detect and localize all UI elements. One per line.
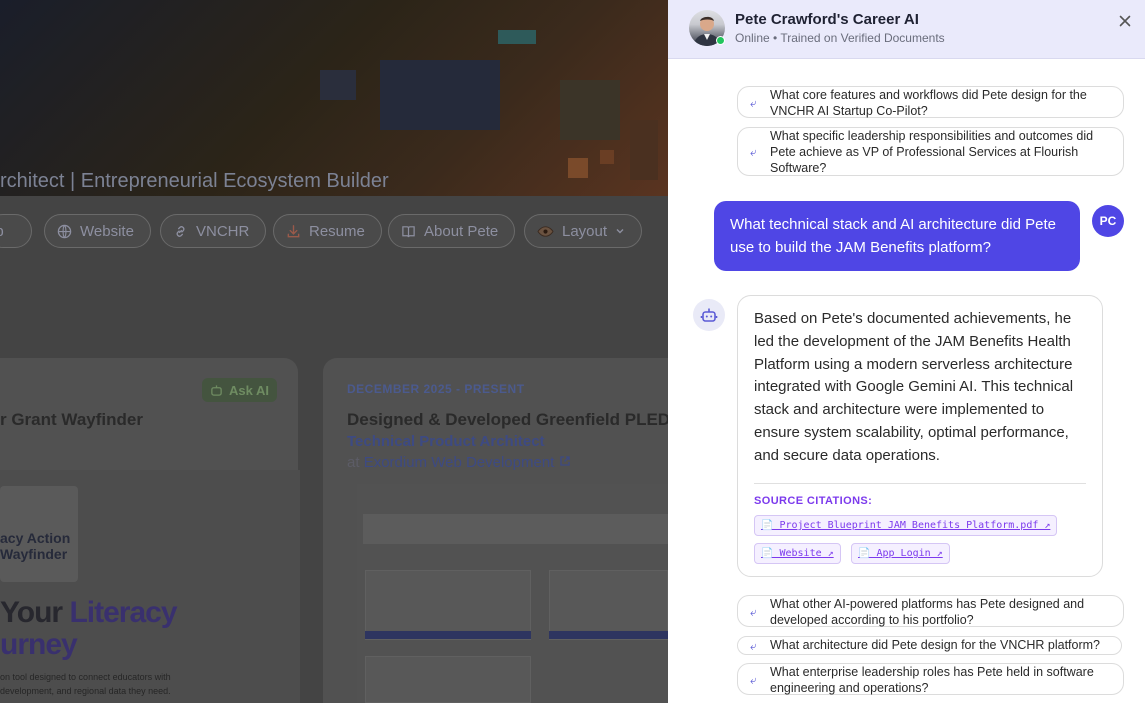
project-title: r Grant Wayfinder	[0, 410, 143, 429]
external-link-icon	[559, 456, 570, 466]
hero-pixel	[560, 80, 620, 140]
citation-link[interactable]: 📄 Project Blueprint JAM Benefits Platfor…	[754, 515, 1058, 536]
nav-github-button[interactable]: ub	[0, 214, 32, 248]
close-button[interactable]	[1117, 13, 1133, 29]
suggestion-text: What specific leadership responsibilitie…	[770, 129, 1094, 175]
citation-link[interactable]: 📄 Website ↗	[754, 543, 841, 564]
nav-label: Layout	[562, 222, 608, 240]
page-title: rchitect | Entrepreneurial Ecosystem Bui…	[0, 170, 389, 192]
reply-arrow-icon: ⤶	[750, 639, 757, 653]
hero-pixel	[320, 70, 356, 100]
background-page: rchitect | Entrepreneurial Ecosystem Bui…	[0, 0, 668, 703]
experience-role: Technical Product Architect	[347, 433, 545, 450]
ask-ai-button[interactable]: Ask AI	[202, 378, 277, 402]
logo-tile: acy Action Wayfinder	[0, 486, 78, 582]
ask-ai-label: Ask AI	[229, 382, 269, 398]
experience-date: DECEMBER 2025 - PRESENT	[347, 382, 525, 396]
link-icon	[176, 225, 185, 237]
suggestion-text: What other AI-powered platforms has Pete…	[770, 597, 1085, 627]
nav-label: VNCHR	[196, 222, 250, 240]
nav-label: Resume	[309, 222, 365, 240]
suggestion-text: What architecture did Pete design for th…	[770, 638, 1101, 652]
suggested-question[interactable]: ⤶ What architecture did Pete design for …	[737, 636, 1122, 655]
hero-pixel	[630, 120, 658, 180]
company-link[interactable]: Exordium Web Development	[364, 454, 555, 471]
logo-text: Wayfinder	[0, 546, 68, 562]
robot-icon	[700, 308, 718, 322]
nav-layout-dropdown[interactable]: Layout	[524, 214, 643, 248]
reply-arrow-icon: ⤶	[750, 605, 757, 619]
logo-text: acy Action	[0, 530, 71, 546]
hero-headline-accent: Literacy	[69, 596, 177, 629]
hero-caption: on tool designed to connect educators wi…	[0, 672, 171, 682]
chat-status: Online • Trained on Verified Documents	[735, 31, 945, 45]
nav-vnchr-button[interactable]: VNCHR	[160, 214, 267, 248]
screenshot-panel	[549, 570, 668, 640]
nav-label: Website	[80, 222, 134, 240]
suggested-question[interactable]: ⤶ What specific leadership responsibilit…	[737, 127, 1124, 176]
chat-title: Pete Crawford's Career AI	[735, 11, 919, 28]
divider	[754, 483, 1086, 484]
reply-arrow-icon: ⤶	[750, 96, 757, 110]
hero-headline-part: Your	[0, 596, 70, 629]
chevron-down-icon	[616, 229, 624, 234]
screenshot-panel	[365, 656, 531, 703]
nav-resume-button[interactable]: Resume	[273, 214, 382, 248]
citations-label: SOURCE CITATIONS:	[754, 495, 873, 507]
nav-website-button[interactable]: Website	[44, 214, 151, 248]
screenshot-banner	[363, 514, 668, 544]
suggestion-text: What enterprise leadership roles has Pet…	[770, 665, 1094, 695]
hero-headline: Your Literacy	[0, 596, 178, 630]
screenshot-bar	[365, 631, 531, 639]
hero-banner	[0, 0, 668, 196]
project-screenshot: acy Action Wayfinder Your Literacy urney…	[0, 470, 300, 703]
experience-company: at Exordium Web Development	[347, 454, 571, 471]
bot-message-text: Based on Pete's documented achievements,…	[754, 310, 1074, 464]
globe-icon	[57, 224, 72, 238]
suggestion-text: What core features and workflows did Pet…	[770, 88, 1087, 118]
user-message: What technical stack and AI architecture…	[714, 201, 1080, 271]
book-icon	[402, 225, 415, 237]
robot-icon	[211, 384, 222, 396]
bot-avatar	[693, 299, 725, 331]
reply-arrow-icon: ⤶	[750, 145, 757, 159]
suggested-question[interactable]: ⤶ What other AI-powered platforms has Pe…	[737, 595, 1124, 627]
hero-caption: development, and regional data they need…	[0, 686, 171, 696]
close-icon	[1119, 15, 1131, 27]
hero-pixel	[568, 158, 588, 178]
citation-link[interactable]: 📄 App Login ↗	[851, 543, 950, 564]
suggested-question[interactable]: ⤶ What enterprise leadership roles has P…	[737, 663, 1124, 695]
hero-pixel	[498, 30, 536, 44]
nav-label: ub	[0, 223, 4, 240]
nav-label: About Pete	[424, 222, 499, 240]
company-prefix: at	[347, 454, 364, 471]
online-status-dot	[716, 36, 725, 45]
hero-pixel	[600, 150, 614, 164]
experience-screenshot	[357, 484, 668, 703]
nav-about-button[interactable]: About Pete	[388, 214, 516, 248]
screenshot-panel	[365, 570, 531, 640]
chat-panel: Pete Crawford's Career AI Online • Train…	[668, 0, 1145, 703]
chat-header: Pete Crawford's Career AI Online • Train…	[668, 0, 1145, 59]
user-avatar: PC	[1092, 205, 1124, 237]
hero-pixel	[380, 60, 500, 130]
eye-icon	[537, 225, 554, 237]
bot-message: Based on Pete's documented achievements,…	[737, 295, 1103, 577]
screenshot-bar	[549, 631, 668, 639]
download-icon	[287, 224, 300, 237]
suggested-question[interactable]: ⤶ What core features and workflows did P…	[737, 86, 1124, 118]
experience-title: Designed & Developed Greenfield PLEDGE	[347, 410, 668, 429]
hero-headline: urney	[0, 628, 78, 661]
reply-arrow-icon: ⤶	[750, 673, 757, 687]
